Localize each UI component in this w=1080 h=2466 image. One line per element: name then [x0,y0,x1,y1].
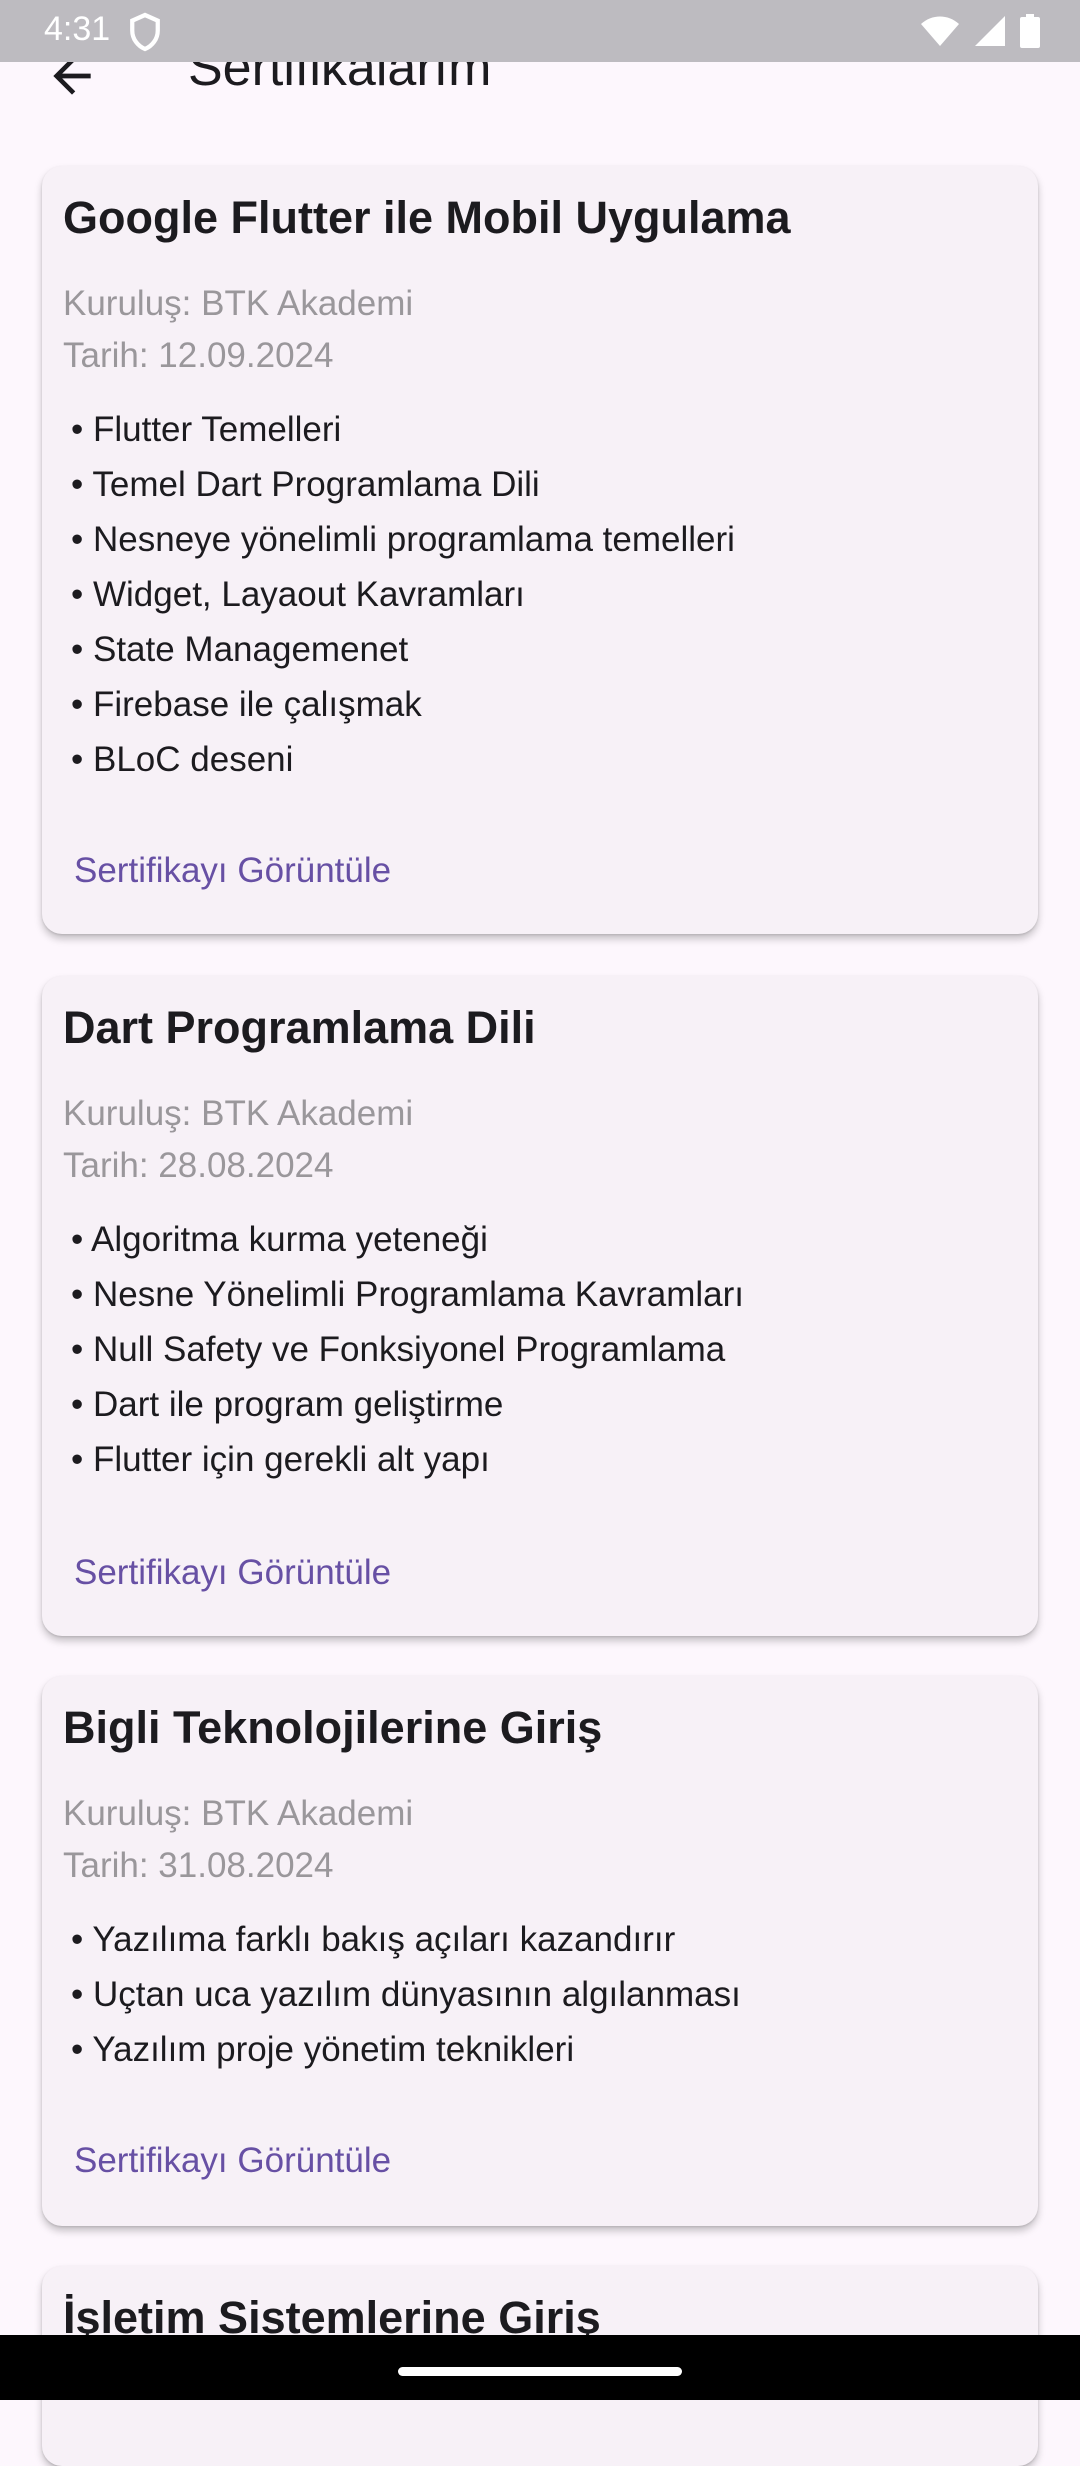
battery-icon [1020,14,1040,48]
home-gesture-handle[interactable] [398,2367,682,2376]
certificate-date: Tarih: 31.08.2024 [63,1846,334,1885]
topic-list: Algoritma kurma yeteneği Nesne Yönelimli… [71,1212,744,1487]
certificate-card: Google Flutter ile Mobil Uygulama Kurulu… [42,166,1038,934]
topic-item: BLoC deseni [71,732,735,787]
topic-item: Yazılım proje yönetim teknikleri [71,2022,741,2077]
topic-item: Dart ile program geliştirme [71,1377,744,1432]
certificate-institution: Kuruluş: BTK Akademi [63,1794,414,1833]
status-time: 4:31 [44,10,111,48]
topic-item: Temel Dart Programlama Dili [71,457,735,512]
topic-list: Yazılıma farklı bakış açıları kazandırır… [71,1912,741,2077]
shield-icon [130,12,160,52]
topic-item: Null Safety ve Fonksiyonel Programlama [71,1322,744,1377]
topic-item: Uçtan uca yazılım dünyasının algılanması [71,1967,741,2022]
certificate-title: Bigli Teknolojilerine Giriş [63,1702,603,1753]
status-bar: 4:31 [0,0,1080,62]
topic-item: State Managemenet [71,622,735,677]
topic-item: Nesneye yönelimli programlama temelleri [71,512,735,567]
status-icons [920,13,1040,49]
signal-icon [975,16,1005,46]
certificate-date: Tarih: 12.09.2024 [63,336,334,375]
wifi-icon [921,16,959,46]
topic-item: Algoritma kurma yeteneği [71,1212,744,1267]
topic-item: Flutter için gerekli alt yapı [71,1432,744,1487]
topic-item: Firebase ile çalışmak [71,677,735,732]
view-certificate-button[interactable]: Sertifikayı Görüntüle [74,2141,391,2181]
certificate-card: Dart Programlama Dili Kuruluş: BTK Akade… [42,976,1038,1636]
topic-item: Nesne Yönelimli Programlama Kavramları [71,1267,744,1322]
topic-list: Flutter Temelleri Temel Dart Programlama… [71,402,735,787]
certificate-institution: Kuruluş: BTK Akademi [63,1094,414,1133]
certificate-title: Google Flutter ile Mobil Uygulama [63,192,791,243]
certificate-date: Tarih: 28.08.2024 [63,1146,334,1185]
certificate-title: Dart Programlama Dili [63,1002,536,1053]
certificate-institution: Kuruluş: BTK Akademi [63,284,414,323]
topic-item: Yazılıma farklı bakış açıları kazandırır [71,1912,741,1967]
topic-item: Flutter Temelleri [71,402,735,457]
topic-item: Widget, Layaout Kavramları [71,567,735,622]
view-certificate-button[interactable]: Sertifikayı Görüntüle [74,851,391,891]
view-certificate-button[interactable]: Sertifikayı Görüntüle [74,1553,391,1593]
certificate-card: Bigli Teknolojilerine Giriş Kuruluş: BTK… [42,1676,1038,2226]
